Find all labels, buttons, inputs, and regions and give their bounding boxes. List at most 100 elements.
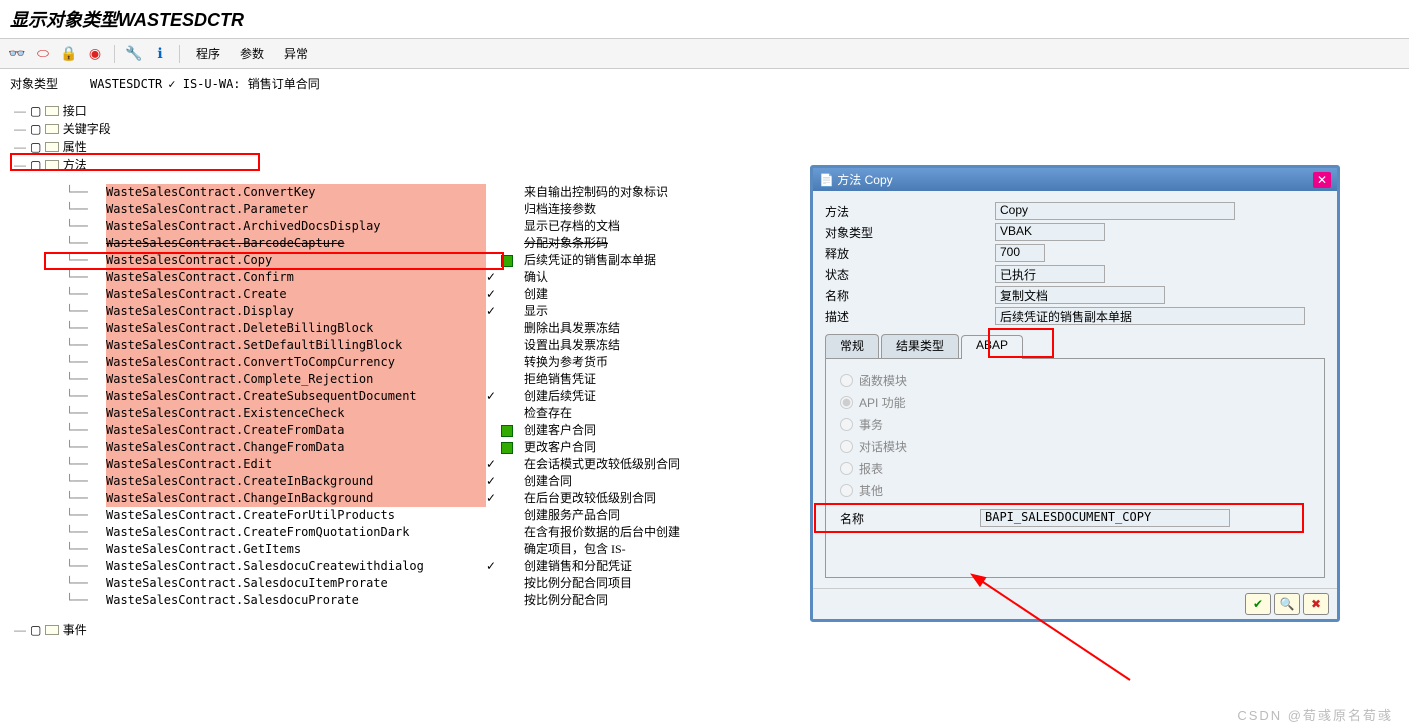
- info-icon[interactable]: ℹ: [151, 45, 169, 63]
- tab-result[interactable]: 结果类型: [881, 334, 959, 358]
- method-item[interactable]: WasteSalesContract.CreateInBackground: [106, 473, 486, 490]
- method-item[interactable]: WasteSalesContract.ExistenceCheck: [106, 405, 486, 422]
- node-attributes[interactable]: 属性: [63, 138, 87, 156]
- method-desc: 创建后续凭证: [524, 388, 596, 405]
- dialog-buttons: ✔ 🔍 ✖: [813, 588, 1337, 619]
- ok-button[interactable]: ✔: [1245, 593, 1271, 615]
- method-item[interactable]: WasteSalesContract.ChangeFromData: [106, 439, 486, 456]
- method-desc: 创建销售和分配凭证: [524, 558, 632, 575]
- method-item[interactable]: WasteSalesContract.BarcodeCapture: [106, 235, 486, 252]
- method-desc: 按比例分配合同: [524, 592, 608, 609]
- method-desc: 在会话模式更改较低级别合同: [524, 456, 680, 473]
- abap-name-value: BAPI_SALESDOCUMENT_COPY: [980, 509, 1230, 527]
- toolbar: 👓 ⬭ 🔒 ◉ 🔧 ℹ 程序 参数 异常: [0, 39, 1409, 69]
- fv-objtype: VBAK: [995, 223, 1105, 241]
- tab-general[interactable]: 常规: [825, 334, 879, 358]
- method-item[interactable]: WasteSalesContract.Display: [106, 303, 486, 320]
- method-desc: 在后台更改较低级别合同: [524, 490, 656, 507]
- method-item[interactable]: WasteSalesContract.Create: [106, 286, 486, 303]
- method-check: ✓: [486, 456, 496, 473]
- method-item[interactable]: WasteSalesContract.SetDefaultBillingBloc…: [106, 337, 486, 354]
- lock-icon[interactable]: 🔒: [60, 45, 78, 63]
- method-check: ✓: [486, 303, 496, 320]
- method-desc: 转换为参考货币: [524, 354, 608, 371]
- method-item[interactable]: WasteSalesContract.DeleteBillingBlock: [106, 320, 486, 337]
- method-desc: 显示已存档的文档: [524, 218, 620, 235]
- radio-0[interactable]: [840, 374, 853, 387]
- method-item[interactable]: WasteSalesContract.GetItems: [106, 541, 486, 558]
- where-used-icon[interactable]: ◉: [86, 45, 104, 63]
- cancel-button[interactable]: ✖: [1303, 593, 1329, 615]
- dialog-titlebar: 📄 方法 Copy ✕: [813, 168, 1337, 191]
- node-keyfields[interactable]: 关键字段: [63, 120, 111, 138]
- fv-name: 复制文档: [995, 286, 1165, 304]
- method-desc: 后续凭证的销售副本单据: [524, 252, 656, 269]
- radio-4[interactable]: [840, 462, 853, 475]
- method-item[interactable]: WasteSalesContract.ConvertToCompCurrency: [106, 354, 486, 371]
- method-check: ✓: [486, 473, 496, 490]
- test-icon[interactable]: 🔧: [125, 45, 143, 63]
- method-desc: 设置出具发票冻结: [524, 337, 620, 354]
- radio-3[interactable]: [840, 440, 853, 453]
- close-icon[interactable]: ✕: [1313, 172, 1331, 188]
- method-check: ✓: [486, 286, 496, 303]
- header-label: 对象类型: [10, 75, 58, 92]
- method-item[interactable]: WasteSalesContract.SalesdocuItemProrate: [106, 575, 486, 592]
- radio-5[interactable]: [840, 484, 853, 497]
- display-change-icon[interactable]: 👓: [8, 45, 26, 63]
- method-desc: 显示: [524, 303, 548, 320]
- method-desc: 创建服务产品合同: [524, 507, 620, 524]
- method-desc: 拒绝销售凭证: [524, 371, 596, 388]
- page-title: 显示对象类型WASTESDCTR: [0, 0, 1409, 39]
- separator: [179, 45, 180, 63]
- method-desc: 创建: [524, 286, 548, 303]
- detail-button[interactable]: 🔍: [1274, 593, 1300, 615]
- method-item[interactable]: WasteSalesContract.ConvertKey: [106, 184, 486, 201]
- node-methods[interactable]: 方法: [63, 156, 87, 174]
- method-desc: 分配对象条形码: [524, 235, 608, 252]
- method-desc: 按比例分配合同项目: [524, 575, 632, 592]
- method-item[interactable]: WasteSalesContract.CreateFromQuotationDa…: [106, 524, 486, 541]
- fv-desc: 后续凭证的销售副本单据: [995, 307, 1305, 325]
- radio-label: 对话模块: [859, 438, 907, 455]
- tab-abap[interactable]: ABAP: [961, 335, 1023, 359]
- method-dialog: 📄 方法 Copy ✕ 方法Copy 对象类型VBAK 释放700 状态已执行 …: [810, 165, 1340, 622]
- method-desc: 确定项目，包含 IS-: [524, 541, 626, 558]
- node-events[interactable]: 事件: [63, 621, 87, 639]
- method-item[interactable]: WasteSalesContract.Copy: [106, 252, 486, 269]
- method-item[interactable]: WasteSalesContract.Edit: [106, 456, 486, 473]
- method-item[interactable]: WasteSalesContract.SalesdocuCreatewithdi…: [106, 558, 486, 575]
- method-desc: 删除出具发票冻结: [524, 320, 620, 337]
- other-object-icon[interactable]: ⬭: [34, 45, 52, 63]
- menu-params[interactable]: 参数: [234, 43, 270, 64]
- method-item[interactable]: WasteSalesContract.Complete_Rejection: [106, 371, 486, 388]
- method-item[interactable]: WasteSalesContract.SalesdocuProrate: [106, 592, 486, 609]
- method-desc: 更改客户合同: [524, 439, 596, 456]
- object-header: 对象类型 WASTESDCTR ✓ IS-U-WA: 销售订单合同: [0, 69, 1409, 98]
- method-check: ✓: [486, 388, 496, 405]
- api-indicator-icon: [501, 425, 513, 437]
- method-check: ✓: [486, 558, 496, 575]
- method-desc: 确认: [524, 269, 548, 286]
- menu-exceptions[interactable]: 异常: [278, 43, 314, 64]
- fl-name: 名称: [825, 287, 995, 304]
- method-item[interactable]: WasteSalesContract.ArchivedDocsDisplay: [106, 218, 486, 235]
- menu-program[interactable]: 程序: [190, 43, 226, 64]
- method-check: ✓: [486, 269, 496, 286]
- object-status: ✓ IS-U-WA: 销售订单合同: [168, 75, 319, 92]
- radio-2[interactable]: [840, 418, 853, 431]
- api-indicator-icon: [501, 442, 513, 454]
- method-desc: 创建客户合同: [524, 422, 596, 439]
- method-item[interactable]: WasteSalesContract.Parameter: [106, 201, 486, 218]
- node-interface[interactable]: 接口: [63, 102, 87, 120]
- method-item[interactable]: WasteSalesContract.CreateSubsequentDocum…: [106, 388, 486, 405]
- method-item[interactable]: WasteSalesContract.CreateForUtilProducts: [106, 507, 486, 524]
- method-item[interactable]: WasteSalesContract.ChangeInBackground: [106, 490, 486, 507]
- radio-label: 函数模块: [859, 372, 907, 389]
- radio-1[interactable]: [840, 396, 853, 409]
- fv-status: 已执行: [995, 265, 1105, 283]
- radio-label: API 功能: [859, 394, 906, 411]
- method-item[interactable]: WasteSalesContract.Confirm: [106, 269, 486, 286]
- method-item[interactable]: WasteSalesContract.CreateFromData: [106, 422, 486, 439]
- radio-label: 事务: [859, 416, 883, 433]
